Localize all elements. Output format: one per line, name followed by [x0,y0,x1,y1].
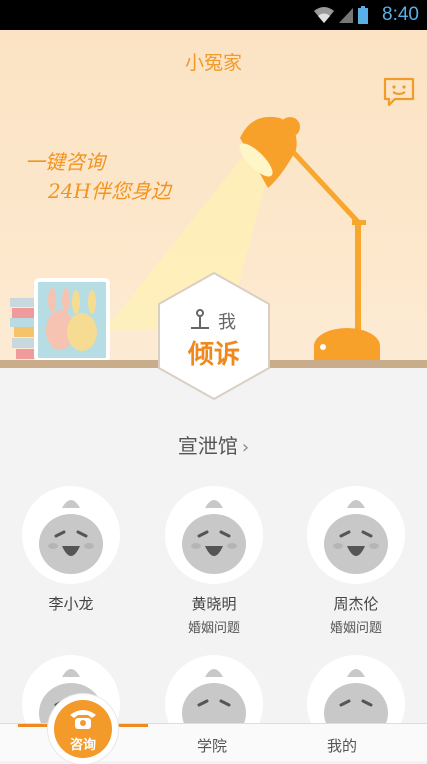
counselor-card[interactable]: 周杰伦 婚姻问题 [301,486,411,636]
tab-consult-label: 咨询 [69,738,96,753]
counselor-topic: 婚姻问题 [329,621,382,636]
confide-button[interactable]: 我 倾诉 [156,270,272,402]
signal-icon [339,8,353,23]
wifi-icon [314,7,334,23]
slogan-line2: 24H伴您身边 [48,179,171,203]
status-bar: 8:40 [0,0,427,30]
tab-mine[interactable]: 我的 [327,735,357,756]
rabbit-avatar [22,486,120,584]
chevron-right-icon: › [241,437,250,458]
telephone-icon [70,710,96,729]
slogan-line1: 一键咨询 [25,150,105,174]
chat-bubble-icon[interactable] [383,77,415,111]
counselor-topic: 婚姻问题 [187,621,240,636]
counselor-card[interactable]: 黄晓明 婚姻问题 [159,486,269,636]
confide-main-text: 倾诉 [187,340,240,370]
counselor-card[interactable]: 李小龙 [16,486,126,617]
tab-consult[interactable]: 咨询 [48,694,118,764]
counselor-name: 黄晓明 [191,595,237,613]
rabbit-avatar [307,486,405,584]
counselor-name: 李小龙 [48,595,94,613]
rabbit-avatar [165,486,263,584]
section-title: 宣泄馆 [177,434,238,458]
venting-hall-header[interactable]: 宣泄馆 › [0,430,427,459]
clock: 8:40 [382,4,419,25]
confide-top-text: 我 [218,312,236,333]
battery-icon [358,6,368,24]
page-title: 小冤家 [184,52,242,74]
tab-academy[interactable]: 学院 [197,735,227,756]
counselor-name: 周杰伦 [333,595,379,613]
